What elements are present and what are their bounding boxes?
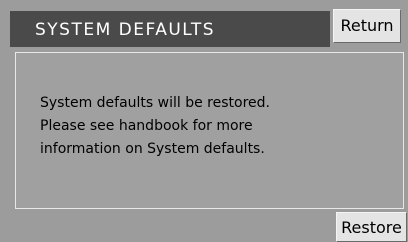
system-defaults-screen: SYSTEM DEFAULTS Return System defaults w… — [0, 0, 408, 242]
message-panel: System defaults will be restored. Please… — [15, 52, 404, 209]
restore-button[interactable]: Restore — [336, 212, 407, 242]
message-line: Please see handbook for more — [40, 118, 253, 134]
return-button[interactable]: Return — [333, 9, 401, 43]
page-title: SYSTEM DEFAULTS — [35, 20, 216, 40]
message-line: System defaults will be restored. — [40, 95, 270, 111]
header-bar: SYSTEM DEFAULTS — [10, 11, 330, 47]
message-text: System defaults will be restored. Please… — [40, 92, 270, 161]
message-line: information on System defaults. — [40, 141, 265, 157]
